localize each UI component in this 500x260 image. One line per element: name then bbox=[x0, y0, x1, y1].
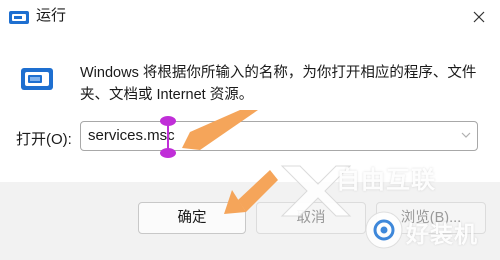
close-icon bbox=[473, 11, 485, 23]
close-button[interactable] bbox=[462, 2, 496, 32]
watermark-brand2: 好装机 bbox=[406, 221, 478, 247]
run-icon bbox=[20, 66, 54, 92]
chevron-down-icon[interactable] bbox=[461, 132, 471, 138]
watermark-brand1: 自由互联 bbox=[336, 167, 436, 194]
open-label: 打开(O): bbox=[16, 131, 72, 148]
run-app-icon bbox=[8, 9, 30, 25]
dialog-content: Windows 将根据你所输入的名称，为你打开相应的程序、文件夹、文档或 Int… bbox=[0, 38, 500, 182]
description-text: Windows 将根据你所输入的名称，为你打开相应的程序、文件夹、文档或 Int… bbox=[80, 65, 477, 103]
window-title: 运行 bbox=[36, 7, 67, 24]
ok-button[interactable]: 确定 bbox=[138, 202, 246, 234]
title-bar: 运行 bbox=[0, 0, 500, 38]
cancel-button[interactable]: 取消 bbox=[256, 202, 366, 234]
command-input[interactable]: services.msc bbox=[88, 126, 175, 146]
open-combobox[interactable]: services.msc bbox=[80, 121, 478, 151]
